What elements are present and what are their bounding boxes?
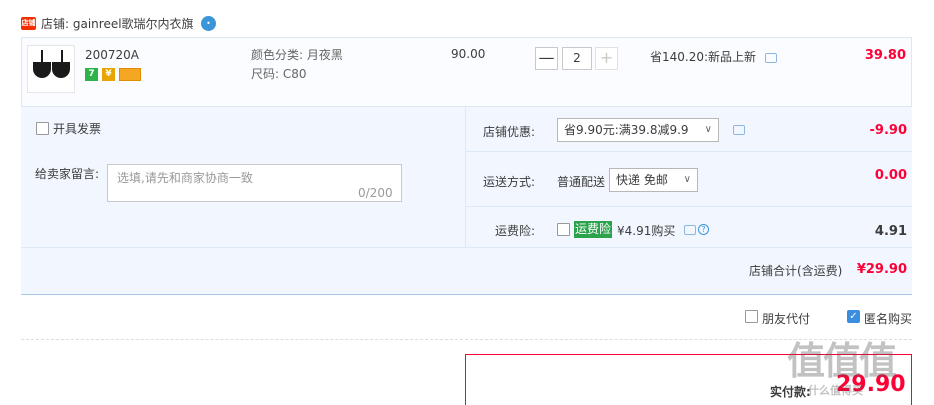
quantity-increase-button[interactable]: + — [595, 47, 618, 70]
unit-price: 90.00 — [451, 47, 486, 61]
promo-info-icon[interactable] — [765, 53, 777, 63]
insurance-value: 4.91 — [874, 224, 907, 239]
insurance-tag: 运费险 — [574, 221, 612, 238]
divider — [21, 247, 912, 248]
insurance-price: ¥4.91购买 — [617, 224, 676, 238]
shop-badge-icon[interactable]: • — [201, 16, 216, 31]
credit-card-icon[interactable] — [119, 68, 141, 81]
discount-selected: 省9.90元:满39.8减9.9 — [564, 123, 689, 137]
anonymous-checkbox[interactable]: ✓ — [847, 310, 860, 323]
color-value: 月夜黑 — [306, 48, 343, 62]
payment-label: 实付款: — [770, 385, 811, 399]
friend-pay-label[interactable]: 朋友代付 — [762, 310, 810, 327]
size-value: C80 — [282, 67, 307, 81]
product-thumbnail[interactable] — [27, 45, 75, 93]
shop-total-value: ¥29.90 — [856, 262, 907, 277]
item-promotion: 省140.20:新品上新 — [650, 50, 757, 64]
message-label: 给卖家留言: — [35, 167, 100, 181]
chevron-down-icon: ∨ — [704, 124, 712, 135]
insurance-label: 运费险: — [495, 224, 536, 238]
discount-value: -9.90 — [869, 123, 907, 138]
shipping-method: 普通配送 — [557, 175, 606, 189]
shop-label: 店铺: — [41, 17, 70, 31]
chevron-down-icon: ∨ — [683, 174, 691, 185]
quantity-decrease-button[interactable]: — — [535, 47, 558, 70]
color-label: 颜色分类: — [251, 48, 304, 62]
divider — [465, 151, 912, 152]
shop-icon: 店铺 — [21, 17, 36, 30]
product-color: 颜色分类: 月夜黑 — [251, 47, 343, 63]
item-subtotal: 39.80 — [864, 48, 906, 63]
watermark-logo: 值值值 — [787, 339, 897, 383]
divider — [21, 339, 912, 340]
shipping-selected: 快递 免邮 — [616, 173, 668, 187]
shipping-select[interactable]: 快递 免邮 ∨ — [609, 168, 698, 192]
discount-info-icon[interactable] — [733, 125, 745, 135]
product-size: 尺码: C80 — [251, 66, 307, 82]
size-label: 尺码: — [251, 67, 280, 81]
seven-day-return-icon[interactable]: 7 — [85, 68, 98, 81]
shop-total-label: 店铺合计(含运费) — [749, 264, 843, 278]
discount-select[interactable]: 省9.90元:满39.8减9.9 ∨ — [557, 118, 719, 142]
message-char-count: 0/200 — [358, 186, 393, 200]
shipping-label: 运送方式: — [483, 175, 536, 189]
shipping-value: 0.00 — [874, 168, 907, 183]
shop-title[interactable]: 店铺: gainreel歌瑞尔内衣旗 — [41, 15, 194, 33]
divider — [465, 107, 466, 247]
price-guarantee-icon[interactable]: ¥ — [102, 68, 115, 81]
insurance-info-icon[interactable] — [684, 225, 696, 235]
quantity-input[interactable]: 2 — [562, 47, 592, 70]
product-sku[interactable]: 200720A — [85, 47, 139, 63]
divider — [465, 206, 912, 207]
shop-name[interactable]: gainreel歌瑞尔内衣旗 — [73, 17, 194, 31]
invoice-label[interactable]: 开具发票 — [53, 120, 101, 137]
discount-label: 店铺优惠: — [483, 125, 536, 139]
help-icon[interactable]: ? — [698, 224, 709, 235]
invoice-checkbox[interactable] — [36, 122, 49, 135]
watermark-url: 什么值得买 — [808, 384, 863, 397]
friend-pay-checkbox[interactable] — [745, 310, 758, 323]
message-placeholder: 选填,请先和商家协商一致 — [117, 171, 253, 185]
anonymous-label[interactable]: 匿名购买 — [864, 310, 912, 327]
insurance-checkbox[interactable] — [557, 223, 570, 236]
